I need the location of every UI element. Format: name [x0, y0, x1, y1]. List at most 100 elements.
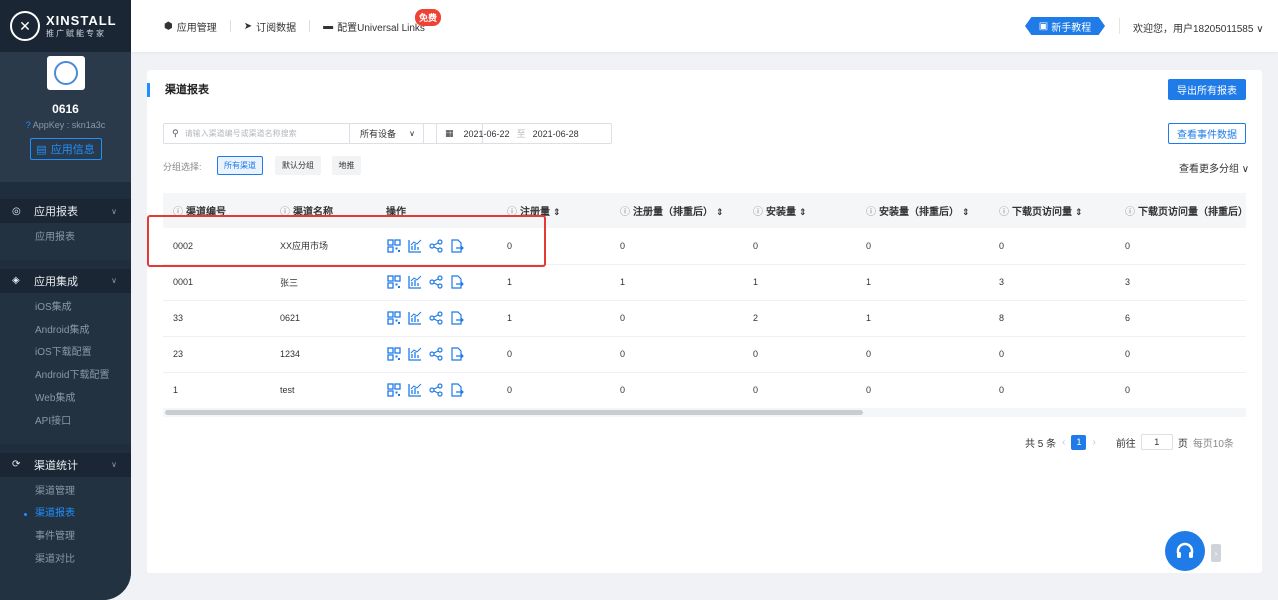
cell-actions: [376, 264, 497, 301]
date-range-picker[interactable]: ▦ 2021-06-22 至 2021-06-28: [436, 123, 612, 144]
sort-icon[interactable]: ⇕: [962, 207, 970, 217]
search-icon: ⚲: [172, 128, 179, 138]
chevron-down-icon: ∨: [111, 460, 117, 470]
chevron-down-icon: ∨: [409, 129, 415, 138]
nav-universal-links[interactable]: ▬ 配置Universal Links: [323, 19, 425, 34]
customer-support-button[interactable]: [1165, 531, 1205, 571]
chevron-down-icon: ∨: [111, 206, 117, 216]
date-separator: 至: [516, 129, 526, 139]
sidebar-item-ios-integration[interactable]: iOS集成: [0, 297, 131, 320]
cell-page-visits-unique: 0: [1115, 336, 1246, 373]
table-row: 0001 张三 1 1 1 1 3 3: [163, 264, 1246, 301]
col-header-page-visits-unique[interactable]: ⓘ 下载页访问量（排重后）: [1115, 193, 1246, 228]
export-icon[interactable]: [449, 347, 464, 362]
export-all-button[interactable]: 导出所有报表: [1168, 79, 1246, 100]
chart-icon[interactable]: [407, 275, 422, 290]
col-header-installs[interactable]: ⓘ 安装量 ⇕: [743, 193, 856, 228]
sidebar-item-event-manage[interactable]: 事件管理: [0, 526, 131, 549]
col-header-page-visits[interactable]: ⓘ 下载页访问量 ⇕: [989, 193, 1115, 228]
col-header-installs-unique[interactable]: ⓘ 安装量（排重后） ⇕: [856, 193, 989, 228]
qrcode-icon[interactable]: [386, 311, 401, 326]
sidebar-item-app-report[interactable]: 应用报表: [0, 227, 131, 250]
date-end: 2021-06-28: [532, 128, 579, 139]
prev-page-icon[interactable]: ‹: [1062, 437, 1065, 448]
share-icon[interactable]: [428, 311, 443, 326]
col-header-registrations-unique[interactable]: ⓘ 注册量（排重后） ⇕: [610, 193, 743, 228]
nav-subscribe-data[interactable]: ➤ 订阅数据: [244, 19, 296, 34]
qrcode-icon[interactable]: [386, 275, 401, 290]
next-page-icon[interactable]: ›: [1092, 437, 1095, 448]
sort-icon[interactable]: ⇕: [553, 207, 561, 217]
tutorial-button[interactable]: ▣ 新手教程: [1025, 17, 1105, 35]
help-icon: ?: [25, 120, 31, 130]
brand-name: XINSTALL: [46, 13, 117, 28]
page-title: 渠道报表: [147, 83, 209, 97]
export-icon[interactable]: [449, 275, 464, 290]
sort-icon[interactable]: ⇕: [716, 207, 724, 217]
cell-registrations-unique: 0: [610, 372, 743, 409]
export-icon[interactable]: [449, 311, 464, 326]
nav-group-header-app-report[interactable]: ◎ 应用报表 ∨: [0, 199, 131, 223]
qrcode-icon[interactable]: [386, 347, 401, 362]
cell-installs: 2: [743, 300, 856, 337]
page-number-current[interactable]: 1: [1071, 434, 1087, 450]
share-icon[interactable]: [428, 383, 443, 398]
cell-channel-name: 张三: [270, 264, 376, 301]
sidebar-item-android-download[interactable]: Android下载配置: [0, 365, 131, 388]
cell-channel-id: 33: [163, 300, 270, 337]
help-icon: ⓘ: [753, 207, 763, 218]
cell-installs-unique: 0: [856, 372, 989, 409]
group-select-label: 分组选择:: [163, 162, 202, 172]
chart-icon[interactable]: [407, 383, 422, 398]
brand[interactable]: ✕ XINSTALL 推广赋能专家: [0, 0, 131, 52]
cell-page-visits: 0: [989, 228, 1115, 265]
sidebar-item-api[interactable]: API接口: [0, 411, 131, 434]
nav-group-header-channel-stats[interactable]: ⟳ 渠道统计 ∨: [0, 452, 131, 477]
cell-channel-id: 0001: [163, 264, 270, 301]
nav-group-app-report: ◎ 应用报表 ∨ 应用报表: [0, 199, 131, 260]
view-events-button[interactable]: 查看事件数据: [1168, 123, 1246, 144]
chart-icon[interactable]: [407, 347, 422, 362]
support-expand-tab[interactable]: ›: [1211, 544, 1221, 562]
nav-group-header-integration[interactable]: ◈ 应用集成 ∨: [0, 268, 131, 293]
group-label: 应用集成: [34, 275, 78, 288]
nav-app-manage[interactable]: ⬢ 应用管理: [164, 19, 217, 34]
cell-installs-unique: 0: [856, 336, 989, 373]
sidebar-item-web-integration[interactable]: Web集成: [0, 388, 131, 411]
app-info-button[interactable]: ▤ 应用信息: [29, 138, 102, 160]
main-panel: 渠道报表 导出所有报表 查看事件数据 ⚲ 所有设备 ∨ ▦ 2021-06-22…: [147, 70, 1262, 573]
goto-page-input[interactable]: 1: [1140, 434, 1173, 450]
sidebar-item-ios-download[interactable]: iOS下载配置: [0, 342, 131, 365]
shield-icon: ◈: [12, 275, 20, 287]
app-avatar: [46, 56, 85, 90]
device-select[interactable]: 所有设备 ∨: [349, 123, 424, 144]
sidebar-item-channel-manage[interactable]: 渠道管理: [0, 481, 131, 504]
cell-registrations: 1: [497, 300, 610, 337]
briefcase-icon: ▬: [323, 20, 334, 32]
help-icon: ⓘ: [1125, 207, 1135, 218]
cell-installs: 0: [743, 372, 856, 409]
export-icon[interactable]: [449, 383, 464, 398]
group-chip-ground[interactable]: 地推: [332, 156, 361, 175]
total-count: 共 5 条: [1025, 438, 1057, 450]
share-icon[interactable]: [428, 347, 443, 362]
sort-icon[interactable]: ⇕: [799, 207, 807, 217]
share-icon[interactable]: [428, 275, 443, 290]
cell-actions: [376, 300, 497, 337]
sidebar-item-channel-report[interactable]: 渠道报表: [0, 503, 131, 526]
refresh-icon: ⟳: [12, 459, 21, 471]
horizontal-scrollbar-thumb[interactable]: [165, 410, 863, 415]
cell-page-visits-unique: 0: [1115, 228, 1246, 265]
cell-channel-id: 1: [163, 372, 270, 409]
chart-icon[interactable]: [407, 311, 422, 326]
qrcode-icon[interactable]: [386, 383, 401, 398]
user-menu[interactable]: 欢迎您，用户18205011585 ∨: [1133, 20, 1264, 35]
group-chip-default[interactable]: 默认分组: [275, 156, 321, 175]
cell-installs: 0: [743, 228, 856, 265]
more-groups-link[interactable]: 查看更多分组 ∨: [1179, 160, 1249, 175]
cell-installs: 0: [743, 336, 856, 373]
sidebar-item-android-integration[interactable]: Android集成: [0, 320, 131, 343]
sidebar-item-channel-compare[interactable]: 渠道对比: [0, 549, 131, 572]
group-chip-all[interactable]: 所有渠道: [217, 156, 263, 175]
sort-icon[interactable]: ⇕: [1075, 207, 1083, 217]
